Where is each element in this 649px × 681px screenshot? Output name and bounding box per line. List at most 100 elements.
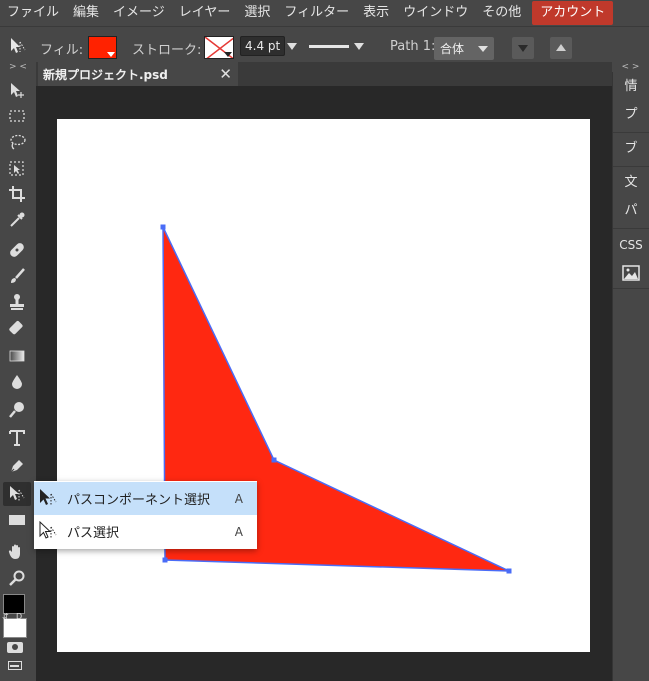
- screen-mode-button[interactable]: [8, 661, 22, 670]
- stamp-tool[interactable]: [3, 290, 31, 314]
- foreground-color-swatch[interactable]: [3, 594, 25, 614]
- crop-icon: [9, 186, 25, 202]
- pen-tool[interactable]: [3, 454, 31, 478]
- panel-divider: [613, 228, 649, 229]
- stamp-icon: [10, 294, 24, 310]
- gradient-icon: [9, 350, 25, 362]
- anchor-point-1[interactable]: [160, 224, 166, 230]
- background-color-swatch[interactable]: [3, 618, 27, 638]
- move-icon: [11, 83, 24, 98]
- dodge-icon: [9, 402, 24, 418]
- right-panel-collapse-toggle[interactable]: < >: [612, 62, 649, 72]
- document-tab-title: 新規プロジェクト.psd: [43, 67, 168, 82]
- properties-panel-button[interactable]: プ: [613, 102, 649, 128]
- menu-image[interactable]: イメージ: [106, 0, 172, 26]
- account-button[interactable]: アカウント: [532, 1, 614, 25]
- tool-flyout-menu: パスコンポーネント選択 A パス選択 A: [34, 481, 257, 549]
- anchor-point-3[interactable]: [506, 568, 512, 574]
- brush-panel-button[interactable]: ブ: [613, 136, 649, 162]
- eyedropper-tool[interactable]: [3, 208, 31, 232]
- menu-item-path-select[interactable]: パス選択 A: [34, 515, 257, 548]
- path-label: Path 1:: [390, 39, 436, 54]
- menu-item-label: パスコンポーネント選択: [67, 493, 211, 508]
- anchor-point-2[interactable]: [271, 457, 277, 463]
- crop-tool[interactable]: [3, 182, 31, 206]
- move-up-button[interactable]: [550, 37, 572, 59]
- menu-more[interactable]: その他: [475, 0, 528, 26]
- path-operation-value: 合体: [440, 42, 465, 56]
- canvas[interactable]: [57, 119, 590, 652]
- path-select-options-icon[interactable]: [8, 36, 28, 56]
- panel-divider: [613, 288, 649, 289]
- marquee-tool[interactable]: [3, 104, 31, 128]
- menu-file[interactable]: ファイル: [0, 0, 66, 26]
- gradient-tool[interactable]: [3, 344, 31, 368]
- path-operation-select[interactable]: 合体: [434, 37, 494, 60]
- arrow-up-icon: [556, 44, 566, 51]
- fill-dropdown-icon: [107, 52, 115, 57]
- document-area: [36, 86, 612, 681]
- menu-edit[interactable]: 編集: [66, 0, 106, 26]
- image-panel-button[interactable]: [613, 260, 649, 286]
- lasso-tool[interactable]: [3, 130, 31, 154]
- hand-tool[interactable]: [3, 540, 31, 564]
- stroke-color-swatch[interactable]: [204, 36, 234, 59]
- brush-tool[interactable]: [3, 264, 31, 288]
- menu-filter[interactable]: フィルター: [277, 0, 356, 26]
- path-component-select-icon: [40, 489, 57, 505]
- bandage-icon: [10, 243, 24, 257]
- stroke-style-dropdown-icon[interactable]: [354, 43, 364, 50]
- panel-divider: [613, 166, 649, 167]
- eraser-icon: [9, 321, 23, 335]
- menu-layer[interactable]: レイヤー: [172, 0, 238, 26]
- eraser-tool[interactable]: [3, 316, 31, 340]
- character-panel-button[interactable]: 文: [613, 170, 649, 196]
- menu-item-shortcut: A: [234, 524, 243, 539]
- magnifier-icon: [9, 570, 25, 586]
- quick-select-tool[interactable]: [3, 156, 31, 180]
- move-tool[interactable]: [3, 78, 31, 102]
- info-panel-button[interactable]: 情: [613, 74, 649, 100]
- stroke-width-dropdown-icon[interactable]: [287, 43, 297, 50]
- eyedropper-icon: [10, 212, 25, 227]
- rectangle-icon: [9, 515, 25, 525]
- healing-tool[interactable]: [3, 238, 31, 262]
- default-colors-icon[interactable]: D: [16, 612, 22, 621]
- image-icon: [622, 265, 640, 281]
- stroke-style-line[interactable]: [309, 45, 349, 48]
- css-panel-button[interactable]: CSS: [613, 232, 649, 258]
- fill-color-swatch[interactable]: [88, 36, 117, 59]
- panel-divider: [613, 132, 649, 133]
- arrow-down-icon: [518, 45, 528, 52]
- screen-mode-icon: [10, 665, 19, 667]
- anchor-point-4[interactable]: [162, 557, 168, 563]
- menu-view[interactable]: 表示: [356, 0, 396, 26]
- toolbar-collapse-toggle[interactable]: > <: [0, 62, 36, 72]
- move-down-button[interactable]: [512, 37, 534, 59]
- document-tab-bar: 新規プロジェクト.psd ✕: [36, 62, 612, 86]
- swap-colors-icon[interactable]: ⇵: [2, 612, 9, 621]
- document-tab[interactable]: 新規プロジェクト.psd ✕: [38, 62, 238, 86]
- lasso-icon: [10, 134, 26, 150]
- paragraph-panel-button[interactable]: パ: [613, 198, 649, 224]
- path-select-icon: [39, 521, 57, 539]
- blur-tool[interactable]: [3, 370, 31, 394]
- fill-label: フィル:: [40, 43, 84, 58]
- quick-mask-button[interactable]: [7, 642, 23, 653]
- hand-icon: [8, 544, 20, 559]
- dodge-tool[interactable]: [3, 398, 31, 422]
- stroke-width-field[interactable]: 4.4 pt: [240, 36, 286, 56]
- zoom-tool[interactable]: [3, 566, 31, 590]
- menu-select[interactable]: 選択: [237, 0, 277, 26]
- close-icon[interactable]: ✕: [219, 64, 232, 84]
- stroke-dropdown-icon: [224, 52, 232, 57]
- menu-window[interactable]: ウインドウ: [396, 0, 475, 26]
- rectangle-tool[interactable]: [3, 508, 31, 532]
- menu-item-path-component-select[interactable]: パスコンポーネント選択 A: [34, 482, 257, 515]
- canvas-drawing[interactable]: [57, 119, 590, 652]
- droplet-icon: [12, 375, 22, 389]
- path-select-tool[interactable]: [3, 482, 31, 506]
- chevron-down-icon: [478, 46, 488, 52]
- type-tool[interactable]: [3, 426, 31, 450]
- marquee-icon: [9, 110, 25, 122]
